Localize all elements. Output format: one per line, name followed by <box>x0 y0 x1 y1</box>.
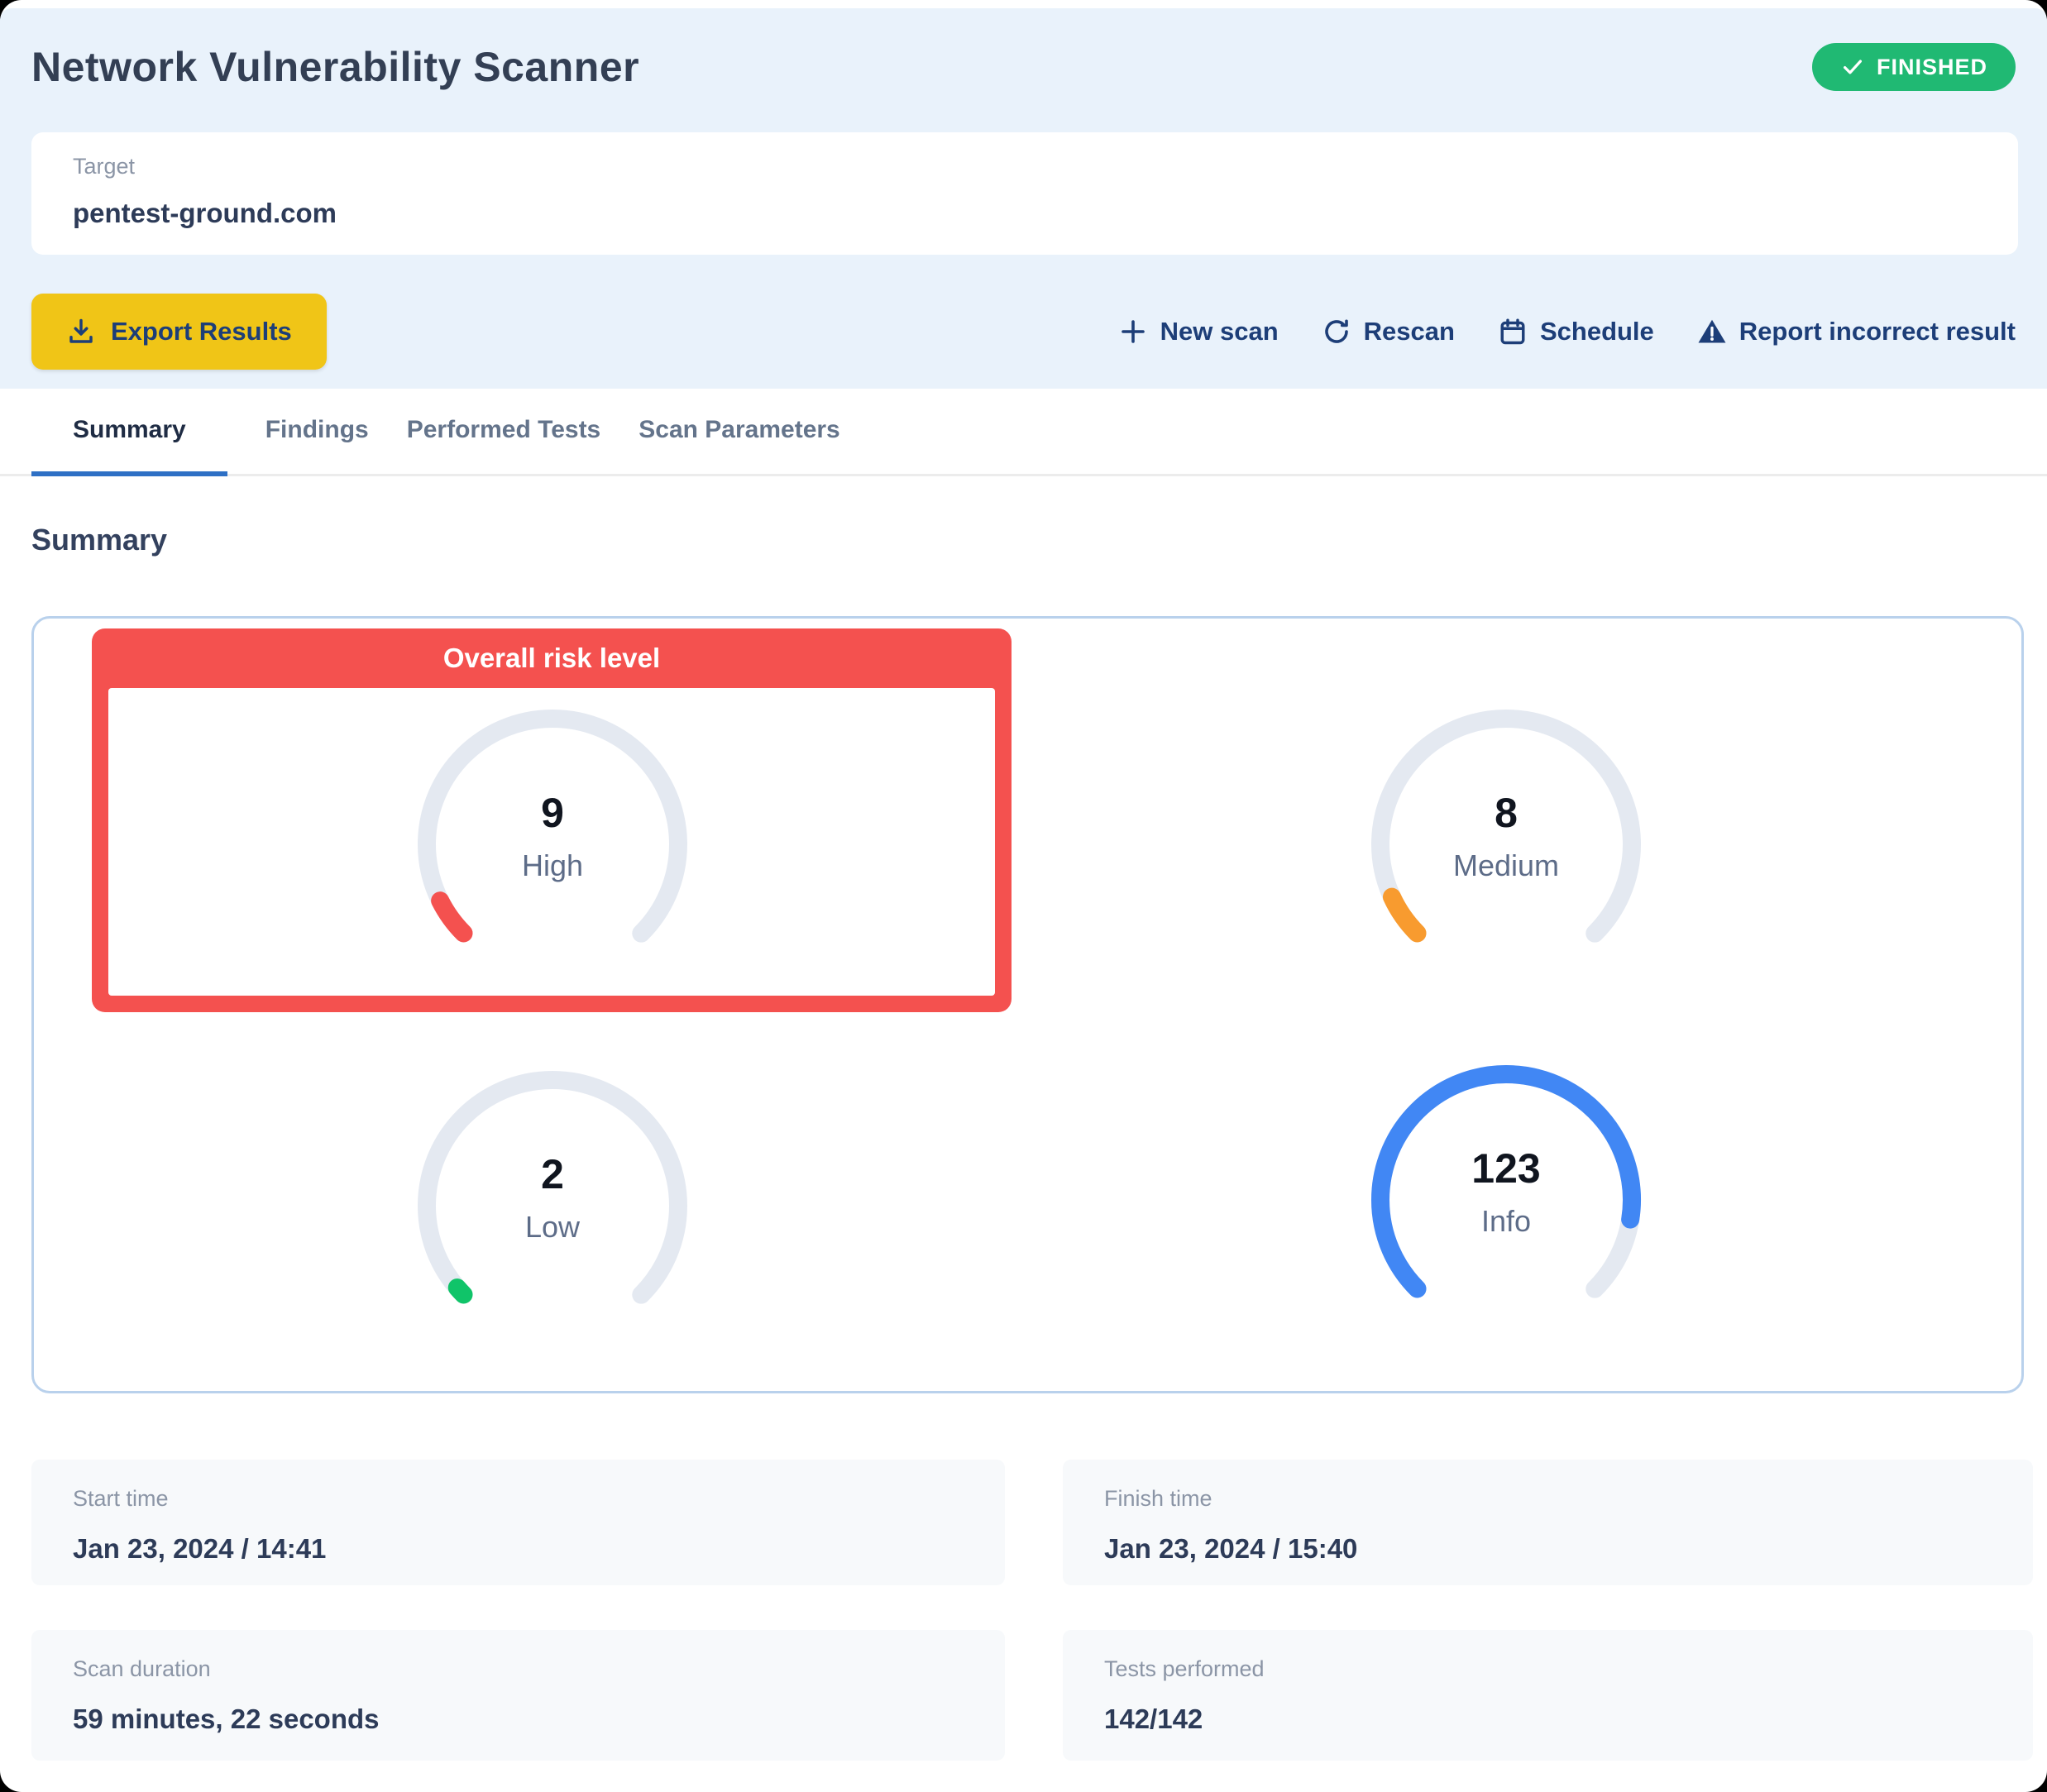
status-badge-label: FINISHED <box>1877 55 1987 80</box>
header-section: Network Vulnerability Scanner FINISHED T… <box>0 8 2047 389</box>
gauge-high-label: High <box>522 848 583 883</box>
gauge-high: 9 High <box>395 687 710 1001</box>
stat-card-finish-time: Finish time Jan 23, 2024 / 15:40 <box>1063 1460 2033 1585</box>
gauge-info: 123 Info <box>1349 1043 1663 1357</box>
download-icon <box>66 317 96 346</box>
gauge-low: 2 Low <box>395 1049 710 1363</box>
refresh-icon <box>1322 317 1351 346</box>
gauge-low-label: Low <box>525 1210 580 1245</box>
stat-card-scan-duration: Scan duration 59 minutes, 22 seconds <box>31 1630 1005 1761</box>
stat-value: Jan 23, 2024 / 15:40 <box>1104 1533 1992 1565</box>
stat-label: Scan duration <box>73 1656 964 1682</box>
tab-performed-tests[interactable]: Performed Tests <box>407 389 601 476</box>
summary-card: Overall risk level 9 High 8 Medium <box>31 616 2024 1393</box>
gauge-medium-value: 8 <box>1495 789 1518 837</box>
gauge-info-value: 123 <box>1471 1144 1540 1192</box>
actions-row: Export Results New scan Rescan <box>31 294 2016 370</box>
plus-icon <box>1118 317 1148 346</box>
export-results-label: Export Results <box>111 317 292 346</box>
gauge-info-label: Info <box>1481 1204 1531 1239</box>
page-title: Network Vulnerability Scanner <box>31 43 639 91</box>
report-incorrect-result-label: Report incorrect result <box>1739 317 2016 346</box>
calendar-icon <box>1498 317 1528 346</box>
tab-performed-tests-label: Performed Tests <box>407 416 601 444</box>
target-label: Target <box>73 154 1977 179</box>
target-value: pentest-ground.com <box>73 198 1977 229</box>
stat-value: 59 minutes, 22 seconds <box>73 1704 964 1735</box>
stats-grid: Start time Jan 23, 2024 / 14:41 Finish t… <box>31 1460 2033 1761</box>
tab-findings[interactable]: Findings <box>265 389 369 476</box>
tab-findings-label: Findings <box>265 416 369 444</box>
export-results-button[interactable]: Export Results <box>31 294 327 370</box>
stat-label: Finish time <box>1104 1486 1992 1512</box>
new-scan-label: New scan <box>1160 317 1279 346</box>
tab-summary-label: Summary <box>73 416 186 444</box>
scan-report-page: Network Vulnerability Scanner FINISHED T… <box>0 0 2047 1792</box>
stat-label: Start time <box>73 1486 964 1512</box>
rescan-label: Rescan <box>1364 317 1455 346</box>
action-links: New scan Rescan Schedule <box>1118 317 2016 346</box>
gauge-medium-label: Medium <box>1453 848 1559 883</box>
status-badge: FINISHED <box>1812 43 2016 91</box>
tab-summary[interactable]: Summary <box>31 389 227 476</box>
stat-value: 142/142 <box>1104 1704 1992 1735</box>
target-card: Target pentest-ground.com <box>31 132 2018 255</box>
schedule-label: Schedule <box>1540 317 1654 346</box>
new-scan-link[interactable]: New scan <box>1118 317 1279 346</box>
rescan-link[interactable]: Rescan <box>1322 317 1455 346</box>
gauge-low-value: 2 <box>541 1150 564 1198</box>
stat-label: Tests performed <box>1104 1656 1992 1682</box>
schedule-link[interactable]: Schedule <box>1498 317 1654 346</box>
check-icon <box>1840 55 1865 79</box>
report-incorrect-result-link[interactable]: Report incorrect result <box>1697 317 2016 346</box>
stat-value: Jan 23, 2024 / 14:41 <box>73 1533 964 1565</box>
stat-card-tests-performed: Tests performed 142/142 <box>1063 1630 2033 1761</box>
stat-card-start-time: Start time Jan 23, 2024 / 14:41 <box>31 1460 1005 1585</box>
tab-bar: Summary Findings Performed Tests Scan Pa… <box>0 389 2047 476</box>
gauge-high-value: 9 <box>541 789 564 837</box>
tab-scan-parameters-label: Scan Parameters <box>638 416 840 444</box>
section-title: Summary <box>31 523 2047 557</box>
warning-icon <box>1697 317 1727 346</box>
gauge-medium: 8 Medium <box>1349 687 1663 1001</box>
tab-scan-parameters[interactable]: Scan Parameters <box>638 389 840 476</box>
